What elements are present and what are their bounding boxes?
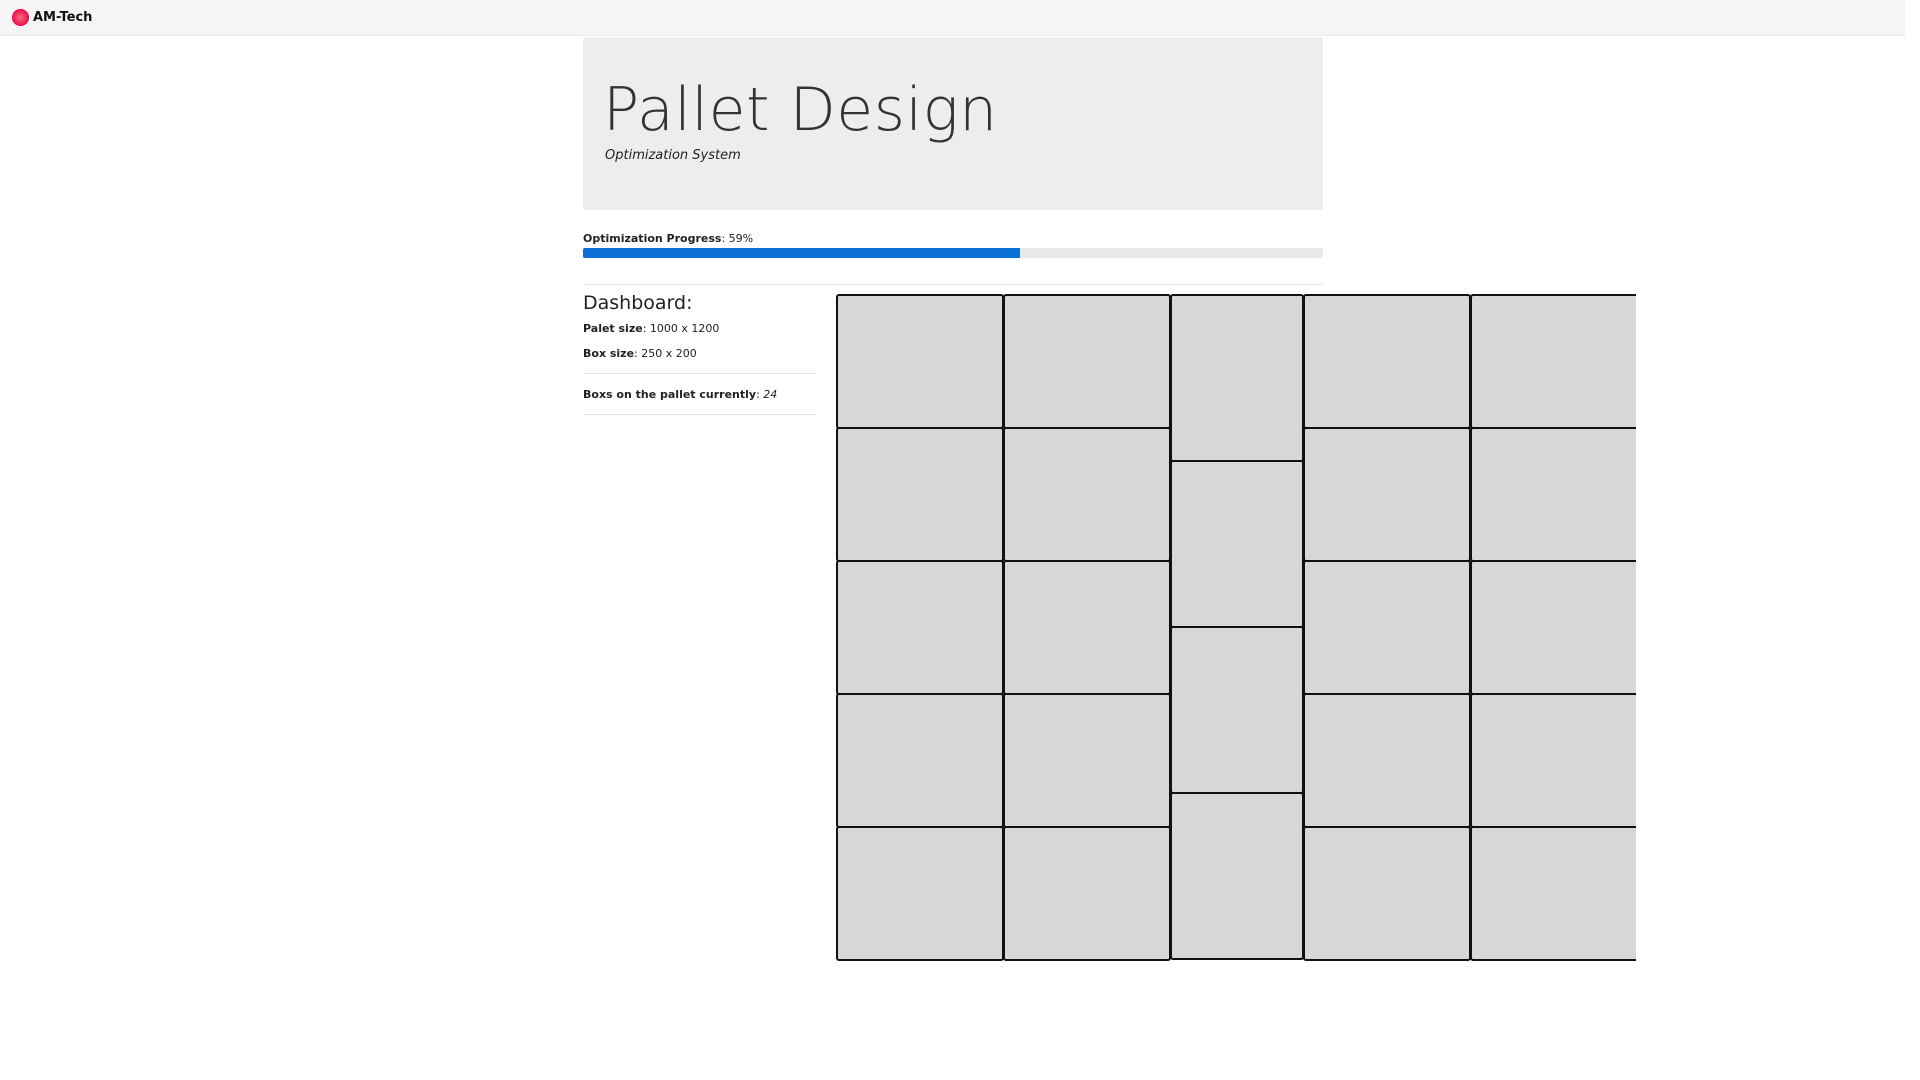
navbar: AM-Tech (0, 0, 1905, 36)
pallet-box (836, 693, 1004, 828)
dashboard-divider (583, 373, 817, 374)
pallet-box (1303, 427, 1471, 562)
page-subtitle: Optimization System (605, 148, 741, 163)
progress-bar (583, 248, 1323, 258)
flower-logo-icon (12, 9, 29, 26)
pallet-box (1470, 294, 1636, 429)
brand-link[interactable]: AM-Tech (12, 9, 92, 26)
boxes-count-row: Boxs on the pallet currently: 24 (583, 388, 778, 401)
box-size-value: 250 x 200 (641, 347, 697, 360)
header-jumbotron: Pallet Design Optimization System (583, 37, 1323, 210)
pallet-box (836, 826, 1004, 961)
pallet-box (1170, 460, 1304, 628)
progress-label: Optimization Progress: 59% (583, 232, 754, 245)
pallet-box (1470, 560, 1636, 695)
pallet-box (1003, 560, 1171, 695)
progress-value-text: 59% (728, 232, 754, 245)
progress-bar-fill (583, 248, 1020, 258)
pallet-box (1303, 826, 1471, 961)
brand-name: AM-Tech (33, 10, 93, 25)
boxes-count-label: Boxs on the pallet currently (583, 388, 757, 401)
pallet-box (1003, 294, 1171, 429)
pallet-box (1303, 560, 1471, 695)
pallet-box (1303, 693, 1471, 828)
pallet-box (1170, 294, 1304, 462)
pallet-box (1003, 427, 1171, 562)
box-size-label: Box size (583, 347, 635, 360)
boxes-count-value: 24 (763, 388, 778, 401)
dashboard-title: Dashboard: (583, 292, 693, 314)
pallet-box (836, 560, 1004, 695)
palet-size-value: 1000 x 1200 (649, 322, 720, 335)
divider (583, 284, 1323, 285)
progress-label-text: Optimization Progress (583, 232, 722, 245)
palet-size-label: Palet size (583, 322, 643, 335)
dashboard-panel: Dashboard: Palet size: 1000 x 1200 Box s… (583, 292, 817, 425)
pallet-box (1003, 826, 1171, 961)
pallet-canvas (836, 294, 1636, 964)
pallet-box (1470, 427, 1636, 562)
box-size-row: Box size: 250 x 200 (583, 347, 697, 360)
palet-size-row: Palet size: 1000 x 1200 (583, 322, 720, 335)
pallet-box (1470, 693, 1636, 828)
pallet-box (1303, 294, 1471, 429)
pallet-box (836, 294, 1004, 429)
dashboard-divider (583, 414, 817, 415)
pallet-box (1470, 826, 1636, 961)
page-title: Pallet Design (603, 75, 998, 145)
pallet-box (1170, 626, 1304, 794)
pallet-box (1170, 792, 1304, 960)
pallet-box (836, 427, 1004, 562)
pallet-box (1003, 693, 1171, 828)
